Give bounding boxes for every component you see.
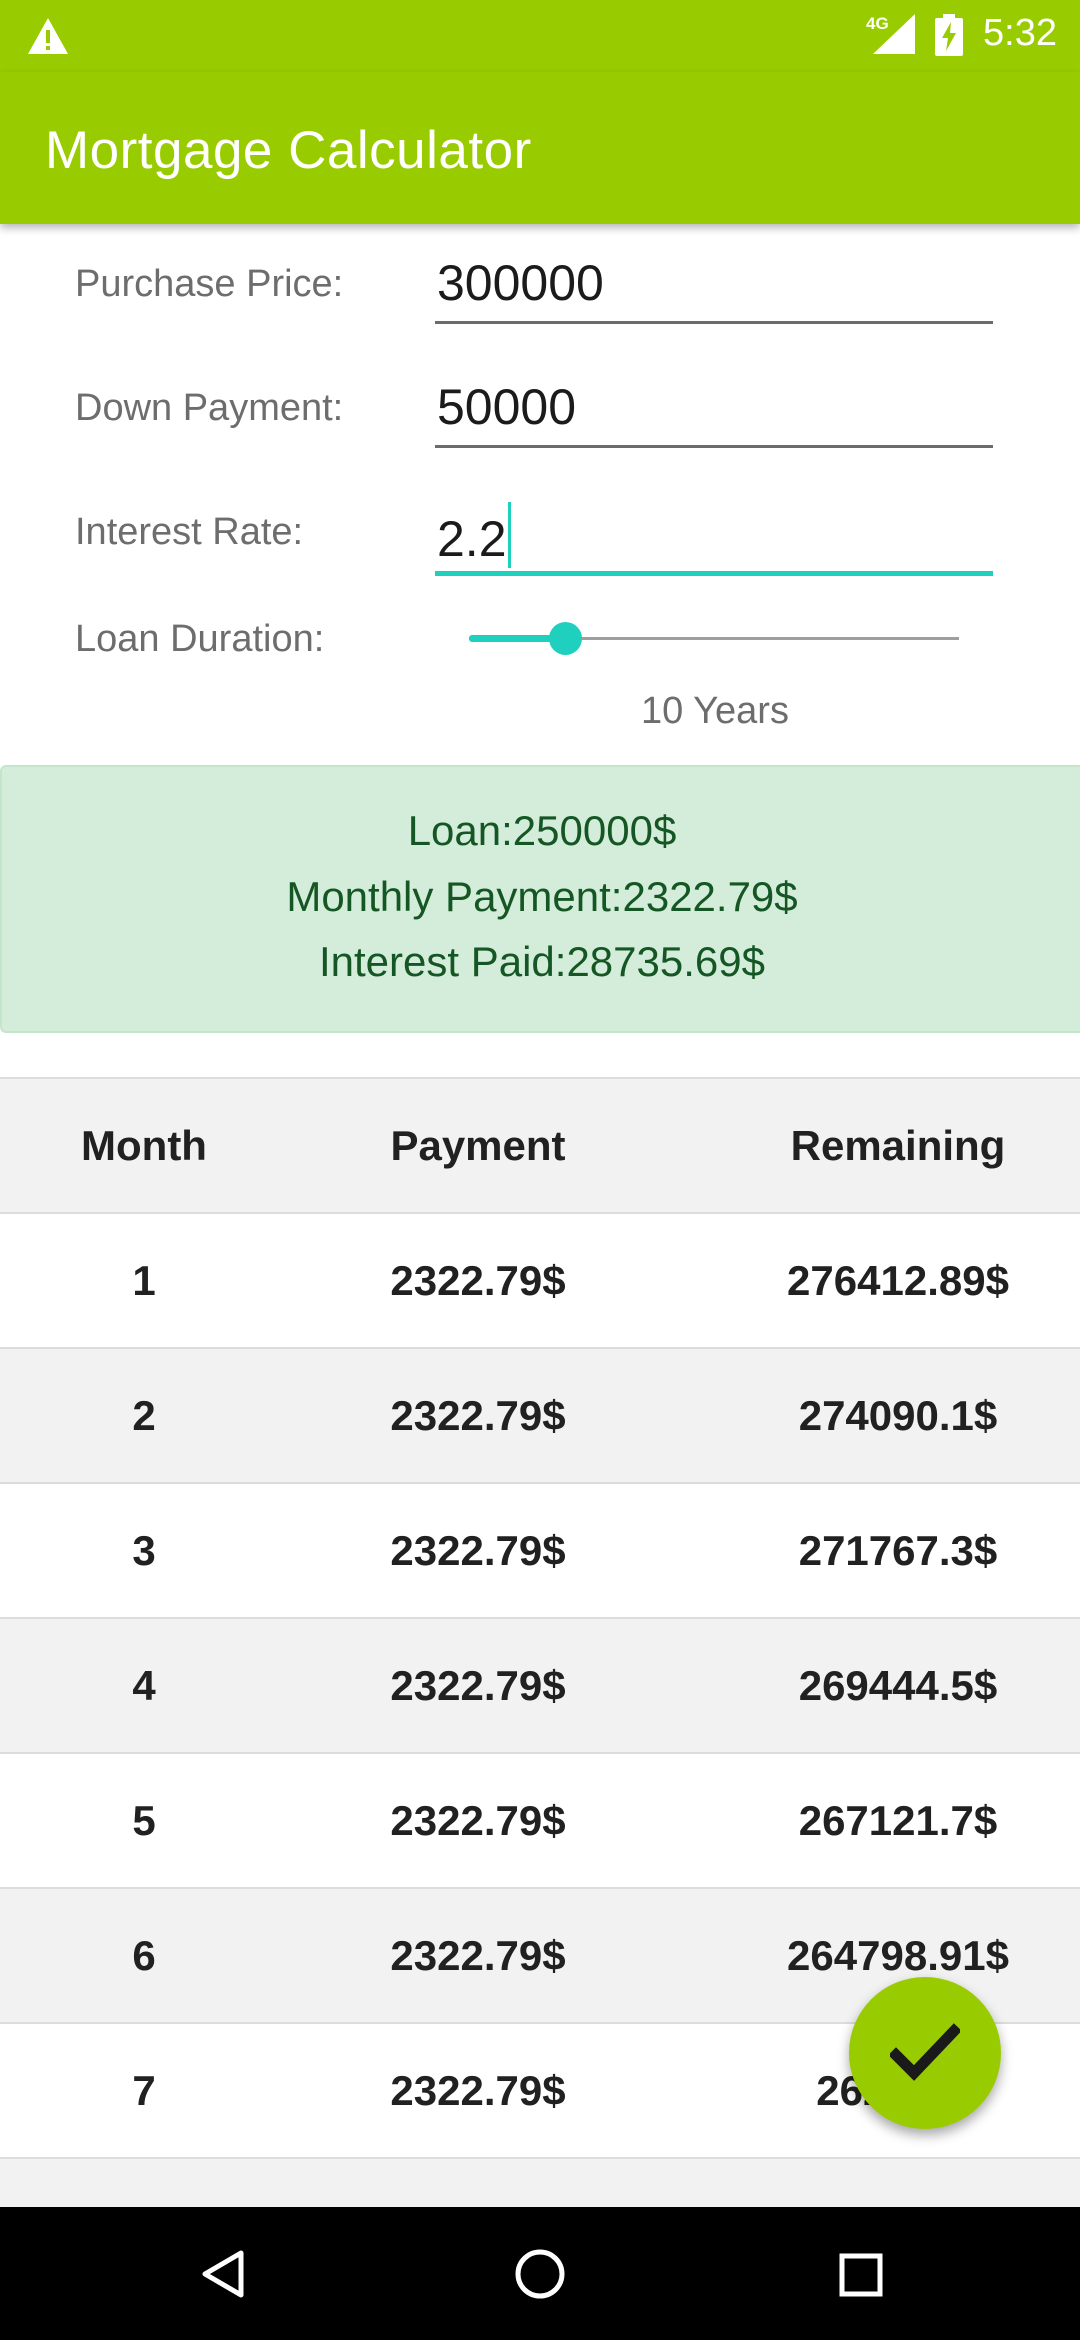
- table-row-partial: [0, 2159, 1080, 2207]
- remaining-cell: 271767.3$: [798, 1527, 998, 1574]
- monthly-payment-text: Monthly Payment:2322.79$: [286, 873, 798, 920]
- month-cell: 4: [132, 1662, 156, 1709]
- header-remaining: Remaining: [790, 1122, 1006, 1169]
- back-icon: [202, 2250, 244, 2298]
- check-icon: [890, 2023, 960, 2081]
- interest-rate-value: 2.2: [437, 511, 507, 567]
- remaining-cell: 274090.1$: [798, 1392, 998, 1439]
- table-row: 1 2322.79$ 276412.89$: [0, 1214, 1080, 1349]
- loan-duration-caption: 10 Years: [641, 690, 789, 732]
- warning-icon: [28, 18, 68, 54]
- status-bar: 4G 5:32: [0, 0, 1080, 72]
- remaining-cell: 269444.5$: [798, 1662, 998, 1709]
- remaining-cell: 267121.7$: [798, 1797, 998, 1844]
- payment-cell: 2322.79$: [390, 1257, 566, 1304]
- month-cell: 6: [132, 1932, 156, 1979]
- interest-paid-text: Interest Paid:28735.69$: [318, 938, 765, 985]
- battery-charging-icon: [935, 14, 963, 56]
- table-row: 3 2322.79$ 271767.3$: [0, 1484, 1080, 1619]
- app-title: Mortgage Calculator: [45, 121, 532, 180]
- clock: 5:32: [983, 12, 1057, 54]
- table-row: 5 2322.79$ 267121.7$: [0, 1754, 1080, 1889]
- recents-icon: [839, 2253, 883, 2297]
- table-row: 2 2322.79$ 274090.1$: [0, 1349, 1080, 1484]
- header-payment: Payment: [390, 1122, 566, 1169]
- down-payment-input[interactable]: 50000: [435, 374, 993, 448]
- table-header-row: Month Payment Remaining: [0, 1079, 1080, 1214]
- loan-duration-label: Loan Duration:: [75, 618, 325, 660]
- header-month: Month: [81, 1122, 207, 1169]
- interest-rate-text: 2.2: [437, 502, 511, 568]
- calculate-fab[interactable]: [849, 1977, 1001, 2129]
- month-cell: 1: [132, 1257, 156, 1304]
- payment-cell: 2322.79$: [390, 1932, 566, 1979]
- month-cell: 3: [132, 1527, 156, 1574]
- home-icon: [515, 2249, 565, 2299]
- payment-cell: 2322.79$: [390, 2067, 566, 2114]
- payment-cell: 2322.79$: [390, 1527, 566, 1574]
- nav-recents-button[interactable]: [794, 2207, 927, 2340]
- purchase-price-value: 300000: [437, 255, 604, 311]
- slider-thumb[interactable]: [549, 622, 582, 655]
- summary-panel: Loan:250000$ Monthly Payment:2322.79$ In…: [0, 765, 1080, 1033]
- down-payment-value: 50000: [437, 379, 577, 435]
- loan-amount-text: Loan:250000$: [407, 807, 677, 854]
- payment-cell: 2322.79$: [390, 1797, 566, 1844]
- down-payment-label: Down Payment:: [75, 387, 344, 429]
- month-cell: 5: [132, 1797, 156, 1844]
- purchase-price-input[interactable]: 300000: [435, 250, 993, 324]
- remaining-cell: 276412.89$: [787, 1257, 1009, 1304]
- app-bar: Mortgage Calculator: [0, 72, 1080, 224]
- payment-cell: 2322.79$: [390, 1662, 566, 1709]
- text-cursor: [507, 502, 511, 568]
- month-cell: 2: [132, 1392, 156, 1439]
- payment-cell: 2322.79$: [390, 1392, 566, 1439]
- nav-home-button[interactable]: [474, 2207, 607, 2340]
- interest-rate-label: Interest Rate:: [75, 511, 304, 553]
- signal-icon: [873, 14, 915, 54]
- table-row: 4 2322.79$ 269444.5$: [0, 1619, 1080, 1754]
- purchase-price-label: Purchase Price:: [75, 263, 344, 305]
- navigation-bar: [0, 2207, 1080, 2340]
- month-cell: 7: [132, 2067, 156, 2114]
- nav-back-button[interactable]: [154, 2207, 287, 2340]
- interest-rate-input[interactable]: 2.2: [435, 496, 993, 576]
